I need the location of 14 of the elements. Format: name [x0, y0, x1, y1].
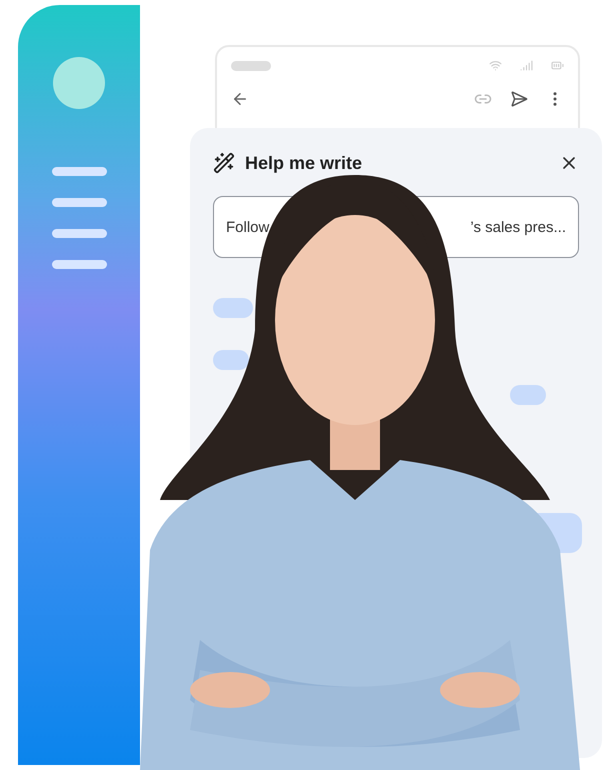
send-icon[interactable] [510, 90, 528, 108]
avatar-circle [53, 57, 105, 109]
placeholder-bar [510, 385, 546, 405]
battery-icon [551, 59, 564, 72]
back-icon[interactable] [231, 90, 249, 108]
menu-line [52, 198, 106, 207]
menu-line [52, 260, 106, 269]
placeholder-bar [213, 350, 249, 370]
menu-line [52, 167, 106, 176]
wand-icon [213, 152, 235, 174]
dialog-title: Help me write [245, 152, 362, 174]
menu-line [52, 229, 106, 238]
placeholder-bar [213, 298, 253, 318]
status-pill [231, 60, 271, 70]
